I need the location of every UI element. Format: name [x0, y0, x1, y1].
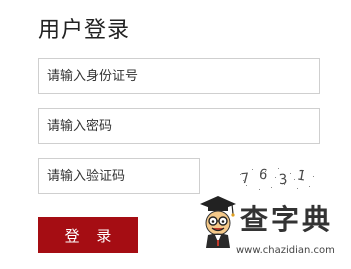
password-input[interactable]: [38, 108, 320, 144]
watermark-url: www.chazidian.com: [236, 245, 335, 256]
captcha-char: 7: [240, 170, 251, 188]
captcha-input[interactable]: [38, 158, 200, 194]
chazidian-watermark: 查字典 www.chazidian.com: [196, 188, 346, 266]
login-button[interactable]: 登 录: [38, 217, 138, 253]
captcha-char: 3: [278, 171, 288, 189]
watermark-brand: 查字典: [240, 203, 334, 236]
mascot-icon: [200, 196, 236, 248]
login-page: 用户登录 7631 登 录: [0, 0, 351, 269]
page-title: 用户登录: [38, 18, 131, 43]
id-number-input[interactable]: [38, 58, 320, 94]
